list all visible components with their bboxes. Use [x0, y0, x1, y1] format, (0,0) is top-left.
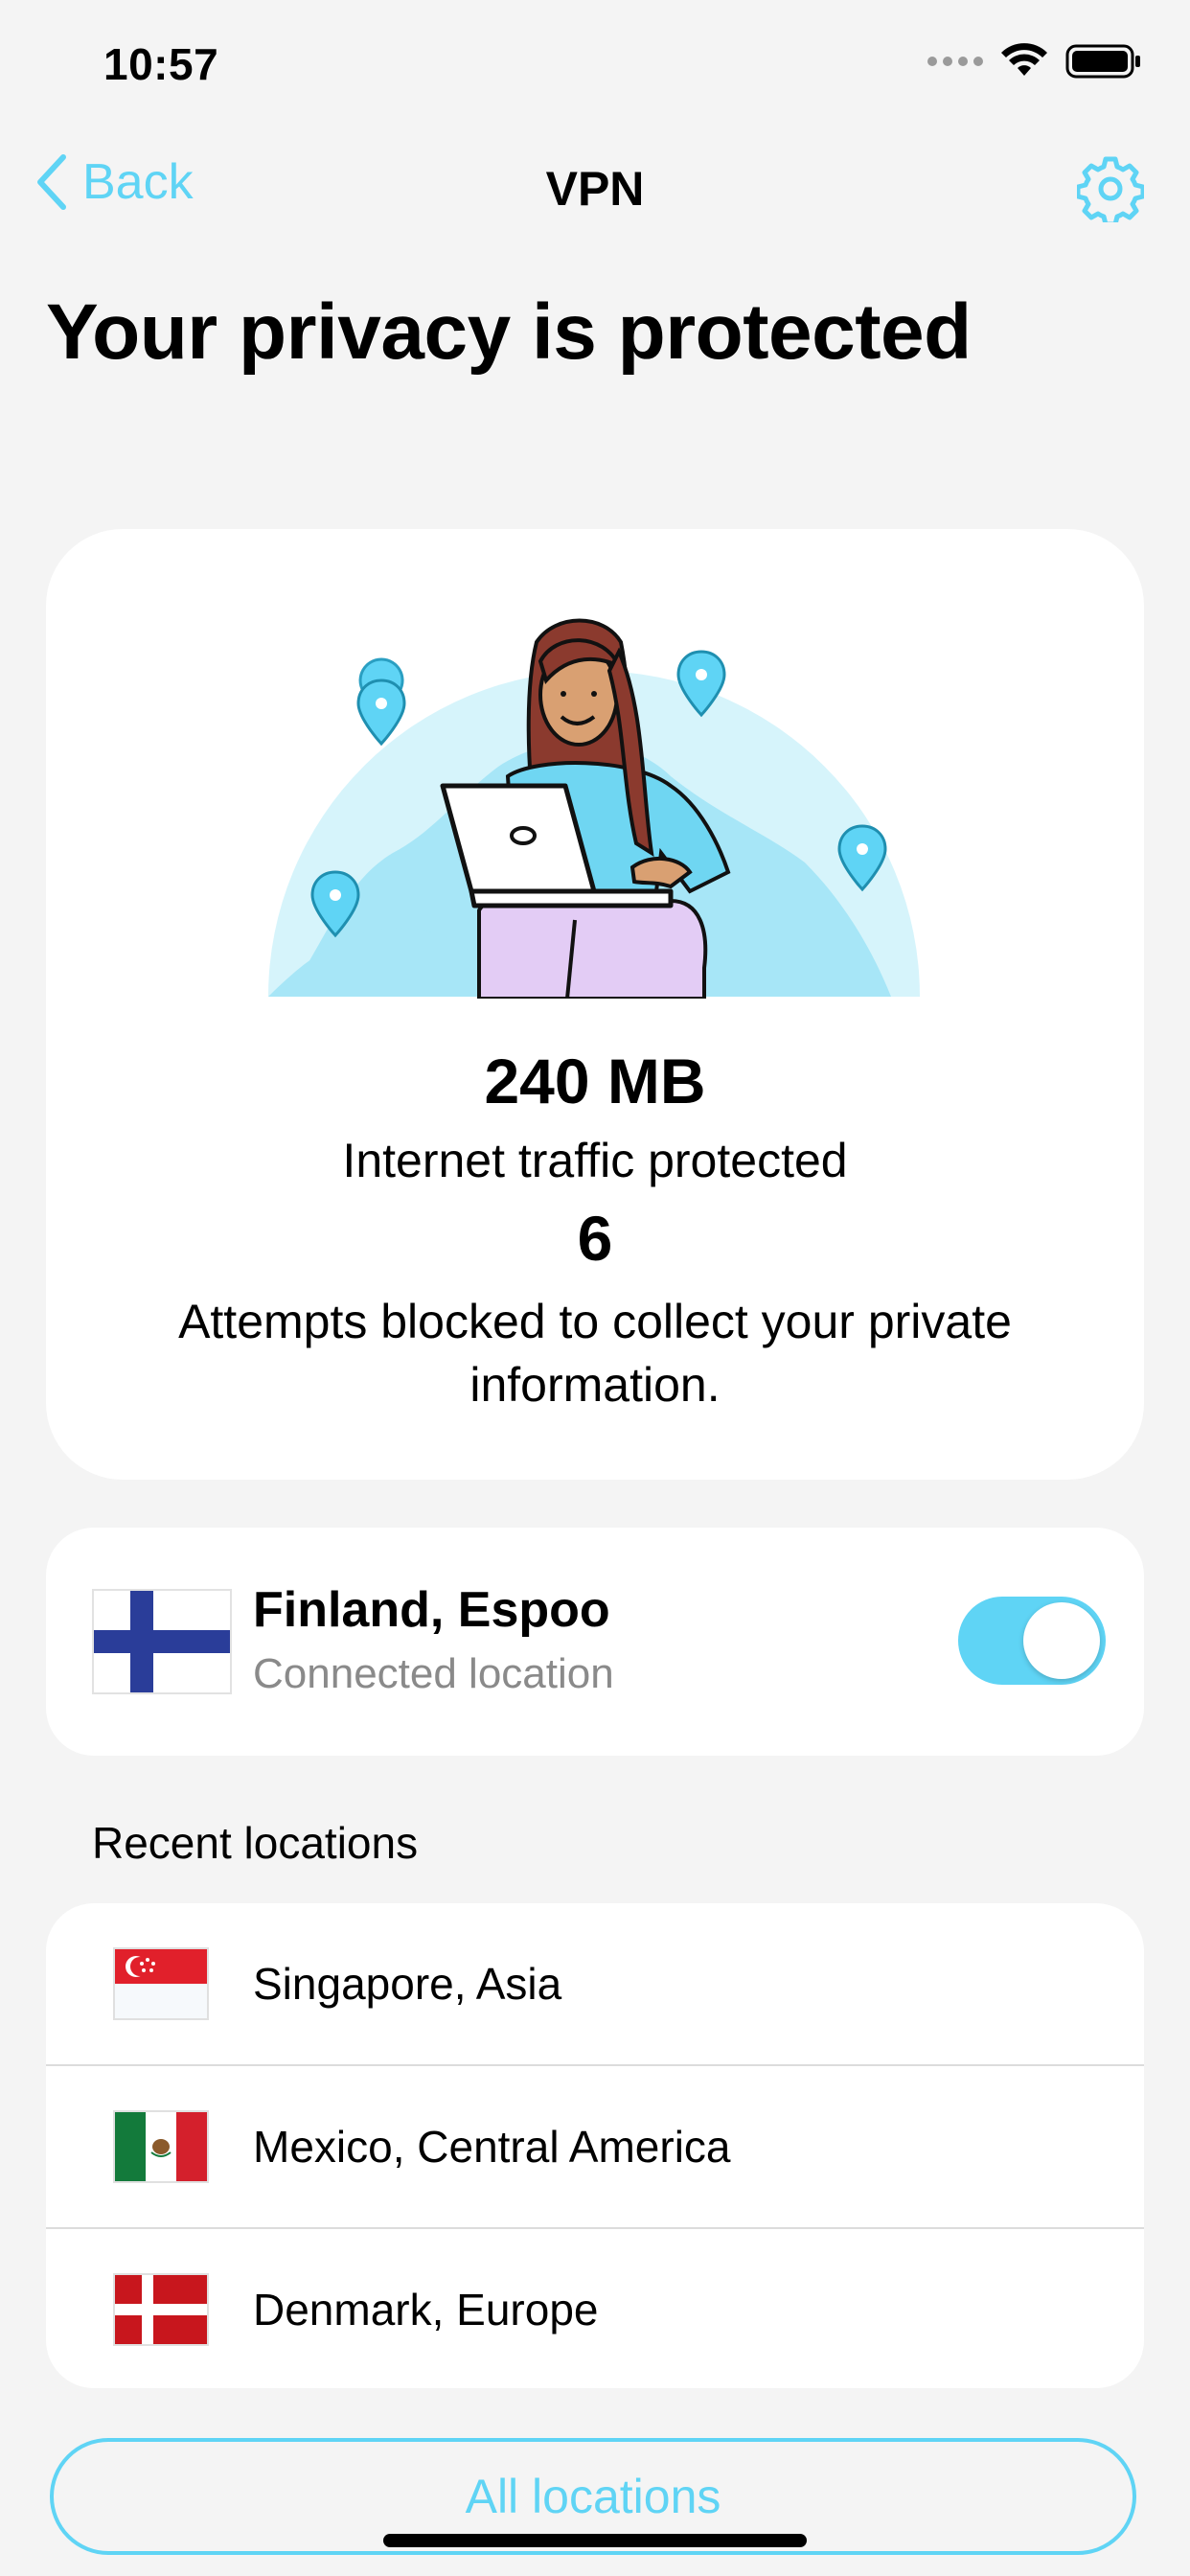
nav-title: VPN	[545, 162, 645, 216]
toggle-knob	[1023, 1602, 1100, 1679]
recent-locations-list: Singapore, Asia Mexico, Central America …	[46, 1903, 1144, 2388]
singapore-flag-icon	[113, 1947, 209, 2020]
recent-location-label: Singapore, Asia	[253, 1959, 562, 2009]
recent-location-label: Mexico, Central America	[253, 2122, 731, 2172]
cellular-signal-icon	[927, 57, 983, 66]
traffic-protected-value: 240 MB	[484, 1046, 706, 1116]
attempts-blocked-value: 6	[577, 1203, 613, 1274]
status-icons	[927, 42, 1142, 80]
connected-location-status: Connected location	[253, 1650, 614, 1697]
wifi-icon	[1001, 43, 1047, 76]
status-time: 10:57	[103, 39, 219, 89]
recent-location-item[interactable]: Denmark, Europe	[46, 2229, 1144, 2388]
connected-location-name: Finland, Espoo	[253, 1582, 610, 1638]
page-title: Your privacy is protected	[46, 288, 972, 376]
vpn-connection-toggle[interactable]	[958, 1597, 1106, 1685]
recent-location-item[interactable]: Singapore, Asia	[46, 1903, 1144, 2064]
gear-icon	[1075, 156, 1146, 227]
recent-locations-header: Recent locations	[92, 1818, 419, 1868]
recent-location-label: Denmark, Europe	[253, 2285, 599, 2334]
recent-location-item[interactable]: Mexico, Central America	[46, 2066, 1144, 2227]
mexico-flag-icon	[113, 2110, 209, 2183]
denmark-flag-icon	[113, 2273, 209, 2346]
attempts-blocked-label: Attempts blocked to collect your private…	[178, 1295, 1012, 1412]
map-pin-icon	[356, 678, 406, 747]
battery-icon	[1065, 44, 1140, 79]
settings-button[interactable]	[1075, 155, 1146, 227]
vpn-user-illustration	[268, 618, 920, 999]
finland-flag-icon	[92, 1589, 232, 1694]
traffic-protected-label: Internet traffic protected	[342, 1134, 848, 1187]
home-indicator	[383, 2534, 807, 2547]
